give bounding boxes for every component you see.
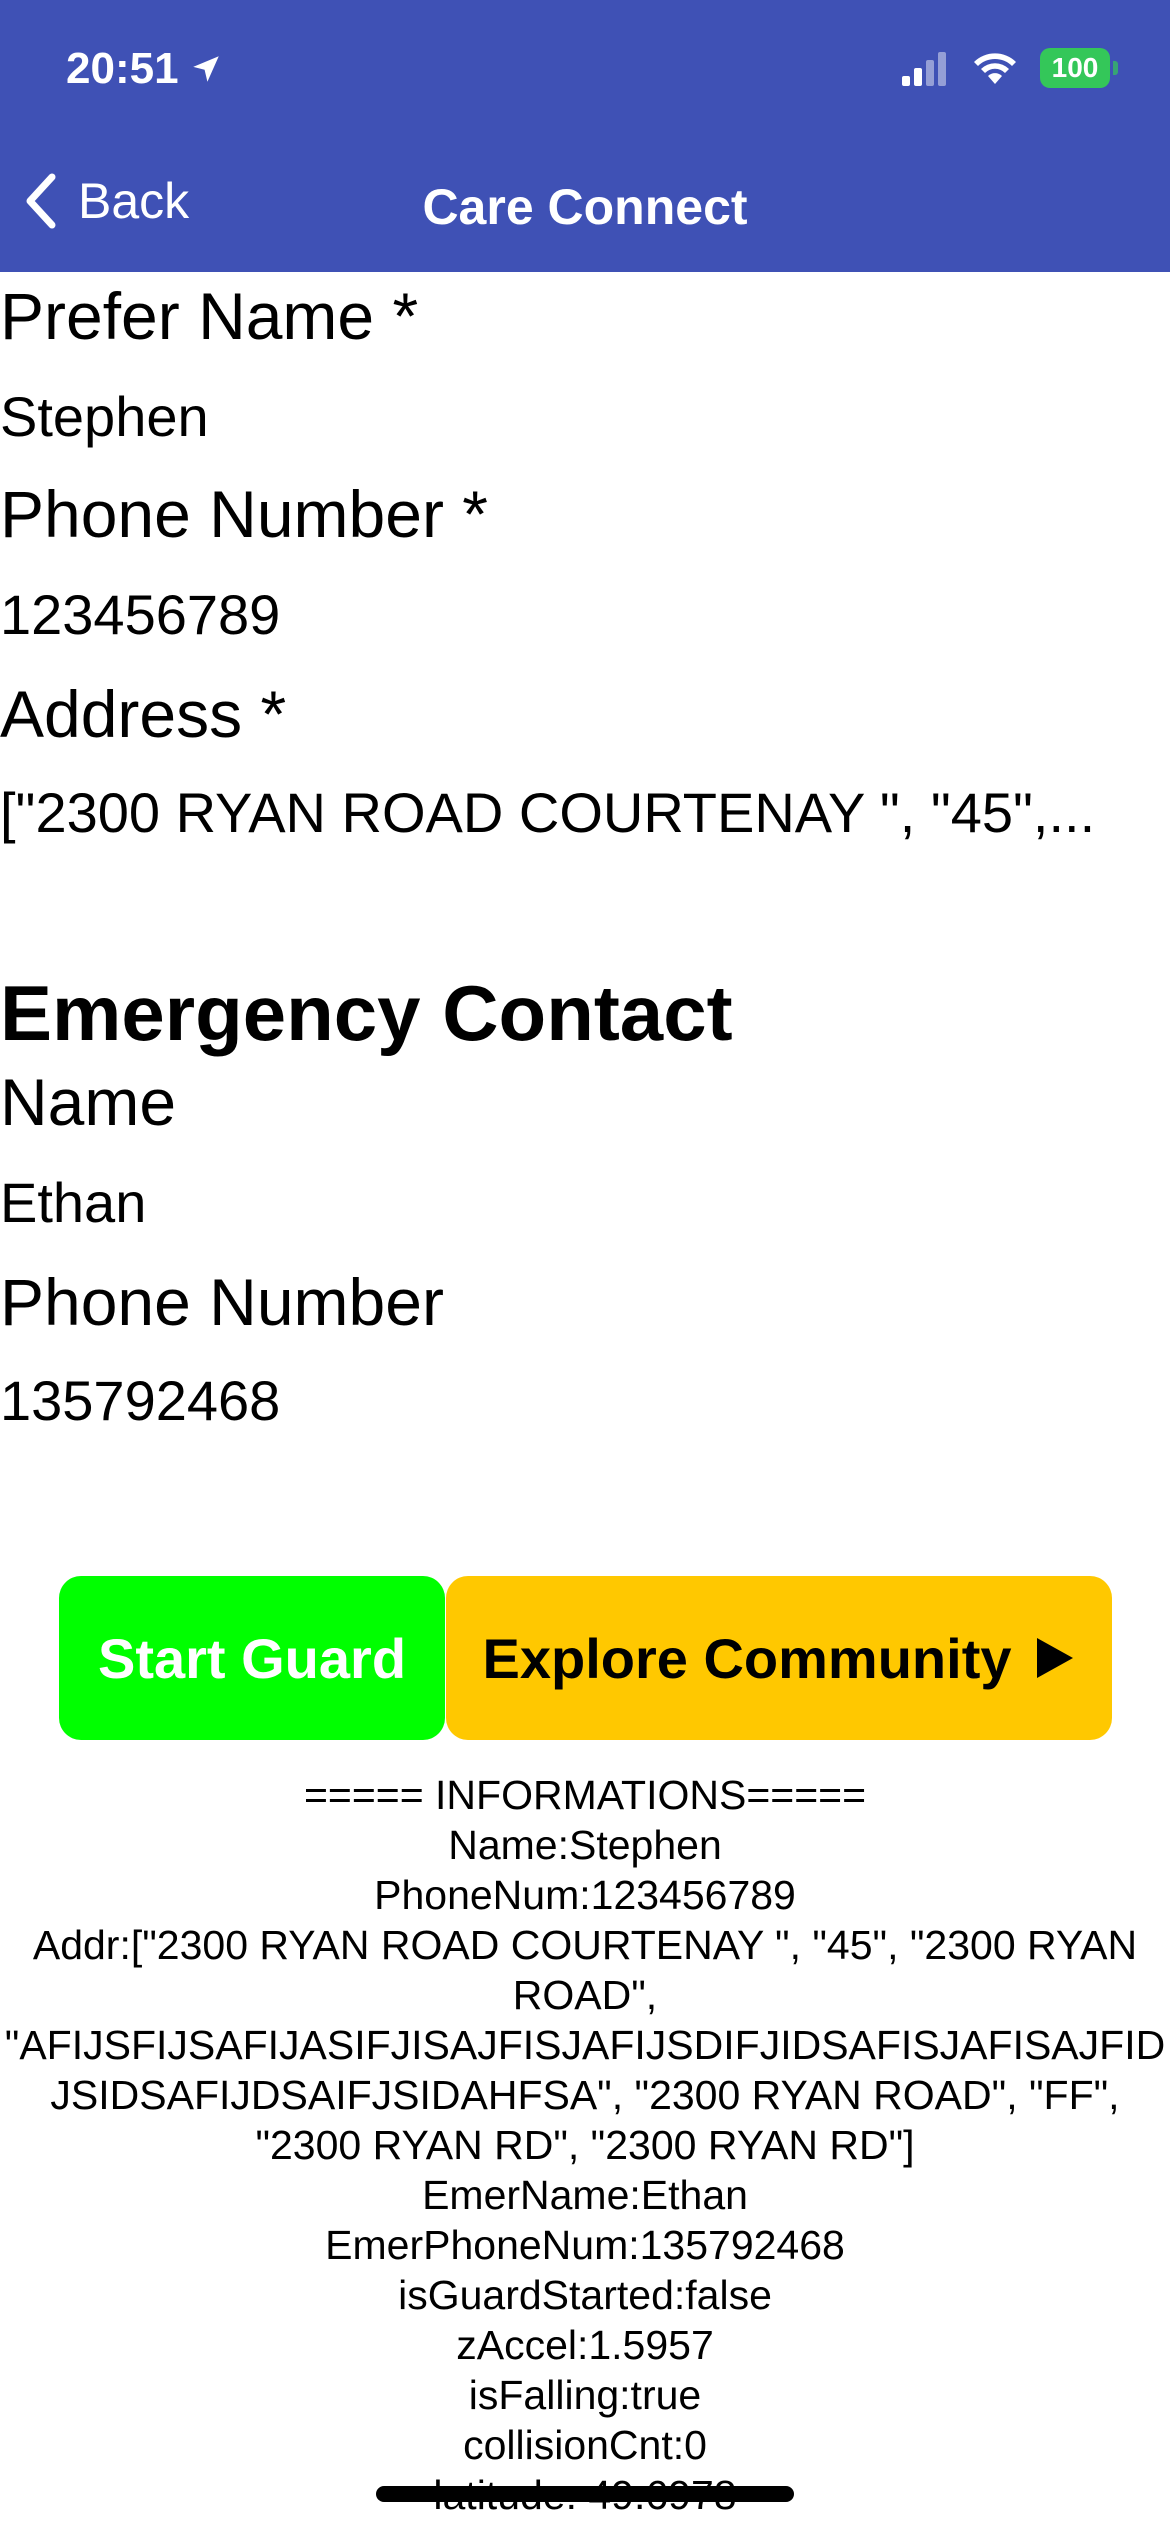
info-z-accel: zAccel:1.5957: [456, 2322, 714, 2368]
signal-icon: [902, 52, 946, 86]
emergency-contact-heading: Emergency Contact: [0, 969, 733, 1057]
emergency-name-label: Name: [0, 1065, 177, 1139]
start-guard-label: Start Guard: [97, 1626, 407, 1690]
battery-cap: [1113, 61, 1118, 75]
play-triangle-icon: [1037, 1638, 1074, 1678]
home-indicator[interactable]: [376, 2486, 794, 2502]
explore-community-label: Explore Community: [482, 1626, 1012, 1690]
location-arrow-icon: [192, 56, 219, 82]
status-bar-time: 20:51: [66, 44, 223, 94]
start-guard-button[interactable]: Start Guard: [59, 1576, 445, 1740]
page-title: Care Connect: [422, 179, 748, 235]
address-value: ["2300 RYAN ROAD COURTENAY ", "45",...: [0, 781, 1096, 844]
phone-number-value: 123456789: [0, 583, 281, 646]
status-icons: 100: [900, 48, 1118, 88]
info-emer-phone: EmerPhoneNum:135792468: [325, 2222, 845, 2268]
prefer-name-label: Prefer Name *: [0, 279, 419, 353]
app-header: 20:51 100 Back Care Connect: [0, 0, 1170, 272]
info-is-falling: isFalling:true: [468, 2372, 702, 2418]
info-address: Addr:["2300 RYAN ROAD COURTENAY ", "45",…: [4, 1922, 1166, 2168]
prefer-name-value: Stephen: [0, 385, 209, 448]
clock-text: 20:51: [66, 44, 179, 93]
address-label: Address *: [0, 677, 287, 751]
emergency-phone-value: 135792468: [0, 1369, 281, 1432]
emergency-phone-label: Phone Number: [0, 1265, 444, 1339]
battery-icon: 100: [1040, 48, 1118, 88]
info-phone: PhoneNum:123456789: [374, 1872, 796, 1918]
phone-number-label: Phone Number *: [0, 477, 488, 551]
battery-level: 100: [1040, 48, 1110, 88]
wifi-icon: [974, 53, 1016, 84]
info-name: Name:Stephen: [448, 1822, 722, 1868]
info-emer-name: EmerName:Ethan: [422, 2172, 748, 2218]
info-collision-count: collisionCnt:0: [463, 2422, 707, 2468]
explore-community-button[interactable]: Explore Community: [446, 1576, 1112, 1740]
info-guard-started: isGuardStarted:false: [398, 2272, 772, 2318]
emergency-name-value: Ethan: [0, 1171, 147, 1234]
debug-info-block: ===== INFORMATIONS===== Name:Stephen Pho…: [0, 1770, 1170, 2520]
info-header: ===== INFORMATIONS=====: [303, 1772, 867, 1818]
